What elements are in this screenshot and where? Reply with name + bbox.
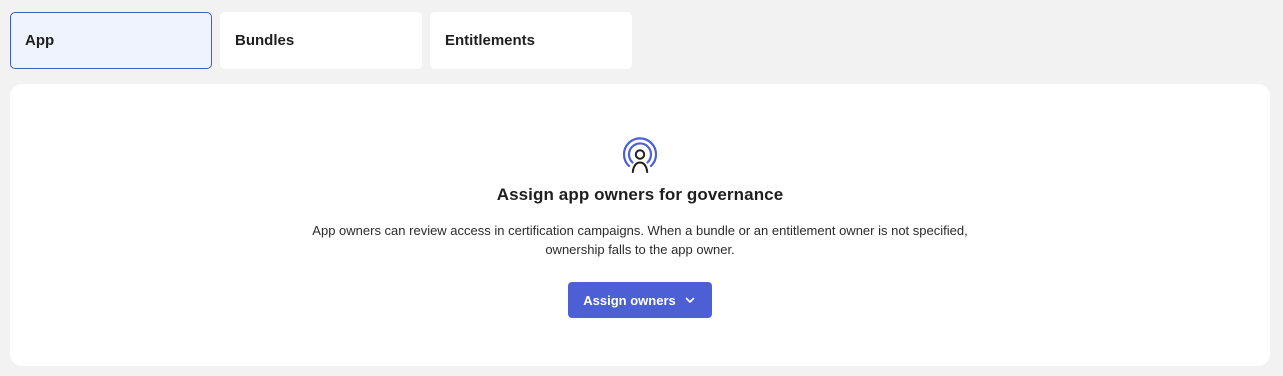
assign-owners-button[interactable]: Assign owners bbox=[568, 282, 712, 318]
description-line-1: App owners can review access in certific… bbox=[312, 223, 968, 238]
empty-state-description: App owners can review access in certific… bbox=[290, 221, 990, 259]
tab-app[interactable]: App bbox=[10, 12, 212, 69]
assign-owners-label: Assign owners bbox=[583, 292, 676, 308]
chevron-down-icon bbox=[685, 297, 695, 303]
tab-app-label: App bbox=[25, 32, 55, 49]
tab-entitlements[interactable]: Entitlements bbox=[430, 12, 632, 69]
tab-bundles[interactable]: Bundles bbox=[220, 12, 422, 69]
tab-bundles-label: Bundles bbox=[235, 32, 295, 49]
empty-state-title: Assign app owners for governance bbox=[496, 185, 784, 204]
content-panel: Assign app owners for governance App own… bbox=[10, 84, 1270, 366]
user-broadcast-icon bbox=[622, 137, 658, 173]
empty-state: Assign app owners for governance App own… bbox=[10, 136, 1270, 318]
tab-bar: App Bundles Entitlements bbox=[10, 12, 632, 69]
tab-entitlements-label: Entitlements bbox=[445, 32, 536, 49]
description-line-2: ownership falls to the app owner. bbox=[545, 242, 735, 257]
